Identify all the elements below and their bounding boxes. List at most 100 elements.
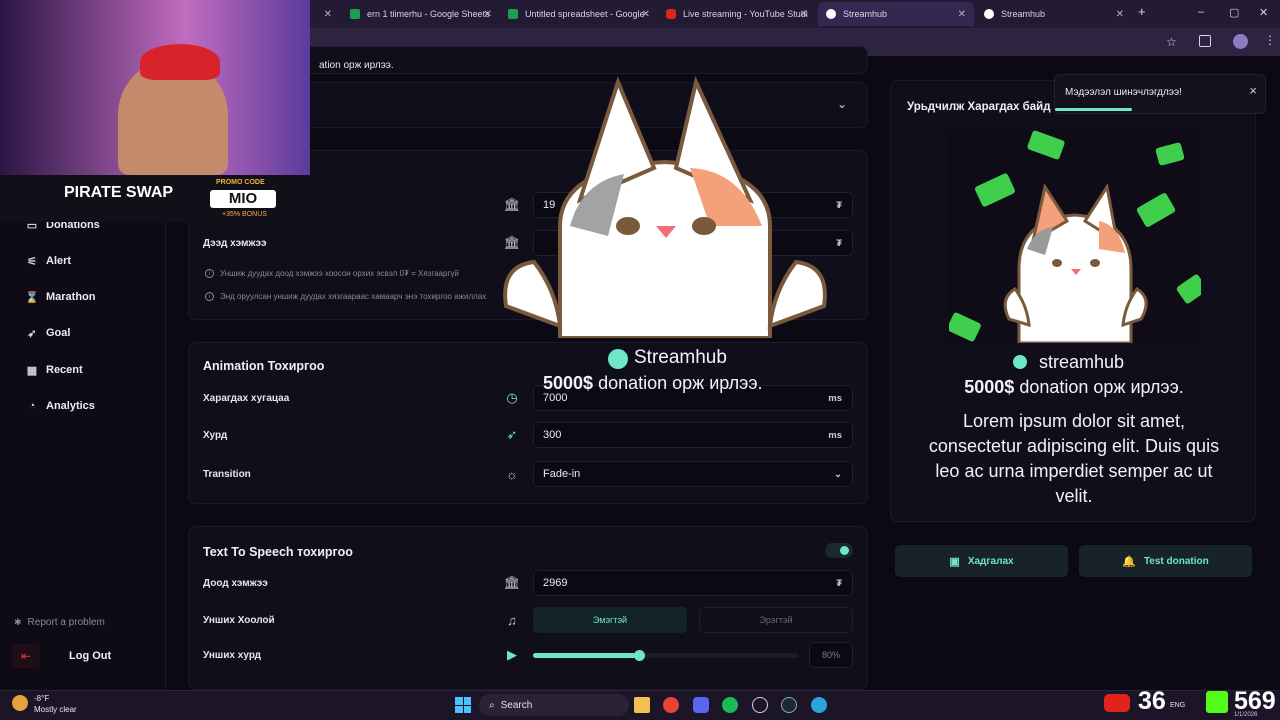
toast-notification: Мэдээлэл шинэчлэгдлээ! × xyxy=(1054,74,1266,114)
bank-icon: 🏛 xyxy=(503,575,521,590)
calendar-icon: ▦ xyxy=(26,364,38,377)
sidebar-item-label: Marathon xyxy=(46,291,96,303)
tts-toggle[interactable] xyxy=(825,543,853,558)
play-icon: ▶ xyxy=(507,647,517,662)
tab-sheets-2[interactable]: Untitled spreadsheet - Google ✕ xyxy=(500,2,658,26)
chart-icon: ◔ xyxy=(28,400,36,412)
close-icon[interactable]: ✕ xyxy=(1116,9,1124,20)
sidebar-item-recent[interactable]: ▦ Recent xyxy=(26,364,83,377)
info-note-text: Энд оруулсан уншиж дуудах хязгаараас хам… xyxy=(220,292,487,301)
overlay-brand: Streamhub xyxy=(634,347,727,368)
report-problem-link[interactable]: ✱ Report a problem xyxy=(14,617,105,628)
tab-sheets-1[interactable]: ern 1 tiimerhu - Google Sheets ✕ xyxy=(342,2,500,26)
logout-button[interactable]: Log Out xyxy=(69,650,111,662)
voice-male-button[interactable]: Эрэгтэй xyxy=(699,607,853,633)
speed-value: 80% xyxy=(809,642,853,668)
close-window-button[interactable]: ✕ xyxy=(1259,6,1268,19)
test-button-label: Test donation xyxy=(1143,555,1209,567)
info-note-text: Уншиж дуудах доод хэмжээ хоосон орхих эс… xyxy=(220,269,459,278)
preview-title: Урьдчилж Харагдах байд xyxy=(907,101,1051,113)
star-icon[interactable]: ☆ xyxy=(1166,35,1177,49)
maximize-button[interactable]: ▢ xyxy=(1229,6,1239,19)
windows-start-icon[interactable] xyxy=(455,697,471,713)
sidebar-item-marathon[interactable]: ⌛ Marathon xyxy=(25,291,96,304)
chevron-down-icon: ⌄ xyxy=(834,468,842,480)
tab-label: ern 1 tiimerhu - Google Sheets xyxy=(367,9,490,19)
language-indicator[interactable]: ENG xyxy=(1170,702,1185,709)
save-button[interactable]: ▣ Хадгалах xyxy=(895,545,1068,577)
alert-cat-image xyxy=(503,76,827,338)
chevron-down-icon[interactable]: ⌄ xyxy=(837,97,847,111)
close-icon[interactable]: ✕ xyxy=(958,9,966,20)
taskbar-search[interactable]: ⌕ Search xyxy=(479,694,629,716)
toast-close-button[interactable]: × xyxy=(1249,83,1257,98)
steam-icon[interactable] xyxy=(781,697,797,713)
card-title: Animation Тохиргоо xyxy=(203,359,325,373)
tab-streamhub[interactable]: Streamhub ✕ xyxy=(976,2,1132,26)
logout-icon[interactable]: ⇤ xyxy=(12,644,40,668)
test-donation-button[interactable]: 🔔 Test donation xyxy=(1079,545,1252,577)
tab-youtube-studio[interactable]: Live streaming - YouTube Studi ✕ xyxy=(658,2,816,26)
speed-slider-handle[interactable] xyxy=(634,650,645,661)
transition-select[interactable]: Fade-in ⌄ xyxy=(533,461,853,487)
new-tab-button[interactable]: + xyxy=(1138,4,1146,19)
tab-streamhub-active[interactable]: Streamhub ✕ xyxy=(818,2,974,26)
preview-message: donation орж ирлээ. xyxy=(1019,377,1184,397)
tab-label: Untitled spreadsheet - Google xyxy=(525,9,645,19)
donation-cat-image xyxy=(949,129,1201,343)
close-icon[interactable]: ✕ xyxy=(324,9,332,20)
currency-label: ₮ xyxy=(836,199,842,211)
close-icon[interactable]: ✕ xyxy=(484,9,492,20)
currency-label: ₮ xyxy=(836,577,842,589)
tab-label: Streamhub xyxy=(843,9,888,19)
clock-icon: ◷ xyxy=(506,390,518,405)
speed-slider-track[interactable] xyxy=(533,650,799,661)
toast-progress xyxy=(1055,108,1132,111)
sidebar-item-alert[interactable]: ⚟ Alert xyxy=(26,255,71,268)
sidebar-item-goal[interactable]: ➶ Goal xyxy=(26,327,70,340)
telegram-icon[interactable] xyxy=(811,697,827,713)
sliders-icon: ⚟ xyxy=(27,255,37,268)
tts-min-input[interactable]: 2969 ₮ xyxy=(533,570,853,596)
app-icon[interactable] xyxy=(752,697,768,713)
overlay-streamhub-logo xyxy=(608,349,628,369)
avatar[interactable] xyxy=(1233,34,1248,49)
voice-female-button[interactable]: Эмэгтэй xyxy=(533,607,687,633)
menu-icon[interactable]: ⋮ xyxy=(1264,33,1276,47)
music-note-icon: ♫ xyxy=(507,612,517,628)
speed-slider-fill xyxy=(533,653,639,658)
taskbar: -8°F Mostly clear ⌕ Search 36 ENG 569 1/1… xyxy=(0,687,1280,720)
minimize-button[interactable]: – xyxy=(1198,6,1204,18)
youtube-icon xyxy=(666,9,676,19)
sheets-icon xyxy=(350,9,360,19)
spotify-icon[interactable] xyxy=(722,697,738,713)
close-icon[interactable]: ✕ xyxy=(800,9,808,20)
promo-banner: PIRATE SWAP PROMO CODE MIO +35% BONUS xyxy=(0,175,310,222)
streamhub-logo-icon xyxy=(1013,355,1027,369)
transition-value: Fade-in xyxy=(543,468,581,480)
sidebar-item-analytics[interactable]: ◔ Analytics xyxy=(26,400,95,412)
folder-icon[interactable] xyxy=(634,697,650,713)
transition-label: Transition xyxy=(203,469,251,480)
close-icon[interactable]: ✕ xyxy=(642,9,650,20)
toggle-knob xyxy=(840,546,849,555)
webcam-overlay: PIRATE SWAP PROMO CODE MIO +35% BONUS xyxy=(0,0,310,222)
tab-close-stub[interactable]: ✕ xyxy=(312,2,338,26)
report-label: Report a problem xyxy=(27,617,105,628)
speed-input[interactable]: 300 ms xyxy=(533,422,853,448)
extensions-icon[interactable] xyxy=(1199,35,1211,47)
sidebar-item-label: Analytics xyxy=(46,400,95,412)
info-icon: i xyxy=(205,269,214,278)
promo-bonus: +35% BONUS xyxy=(222,211,267,218)
streamhub-icon xyxy=(984,9,994,19)
promo-code: MIO xyxy=(210,190,276,208)
info-icon: i xyxy=(205,292,214,301)
save-button-label: Хадгалах xyxy=(967,555,1014,567)
tts-min-value: 2969 xyxy=(543,577,568,589)
tts-min-label: Доод хэмжээ xyxy=(203,578,268,589)
voice-label: Унших Хоолой xyxy=(203,615,275,626)
chrome-icon[interactable] xyxy=(663,697,679,713)
discord-icon[interactable] xyxy=(693,697,709,713)
weather-icon xyxy=(12,695,28,711)
search-icon: ⌕ xyxy=(489,699,495,711)
